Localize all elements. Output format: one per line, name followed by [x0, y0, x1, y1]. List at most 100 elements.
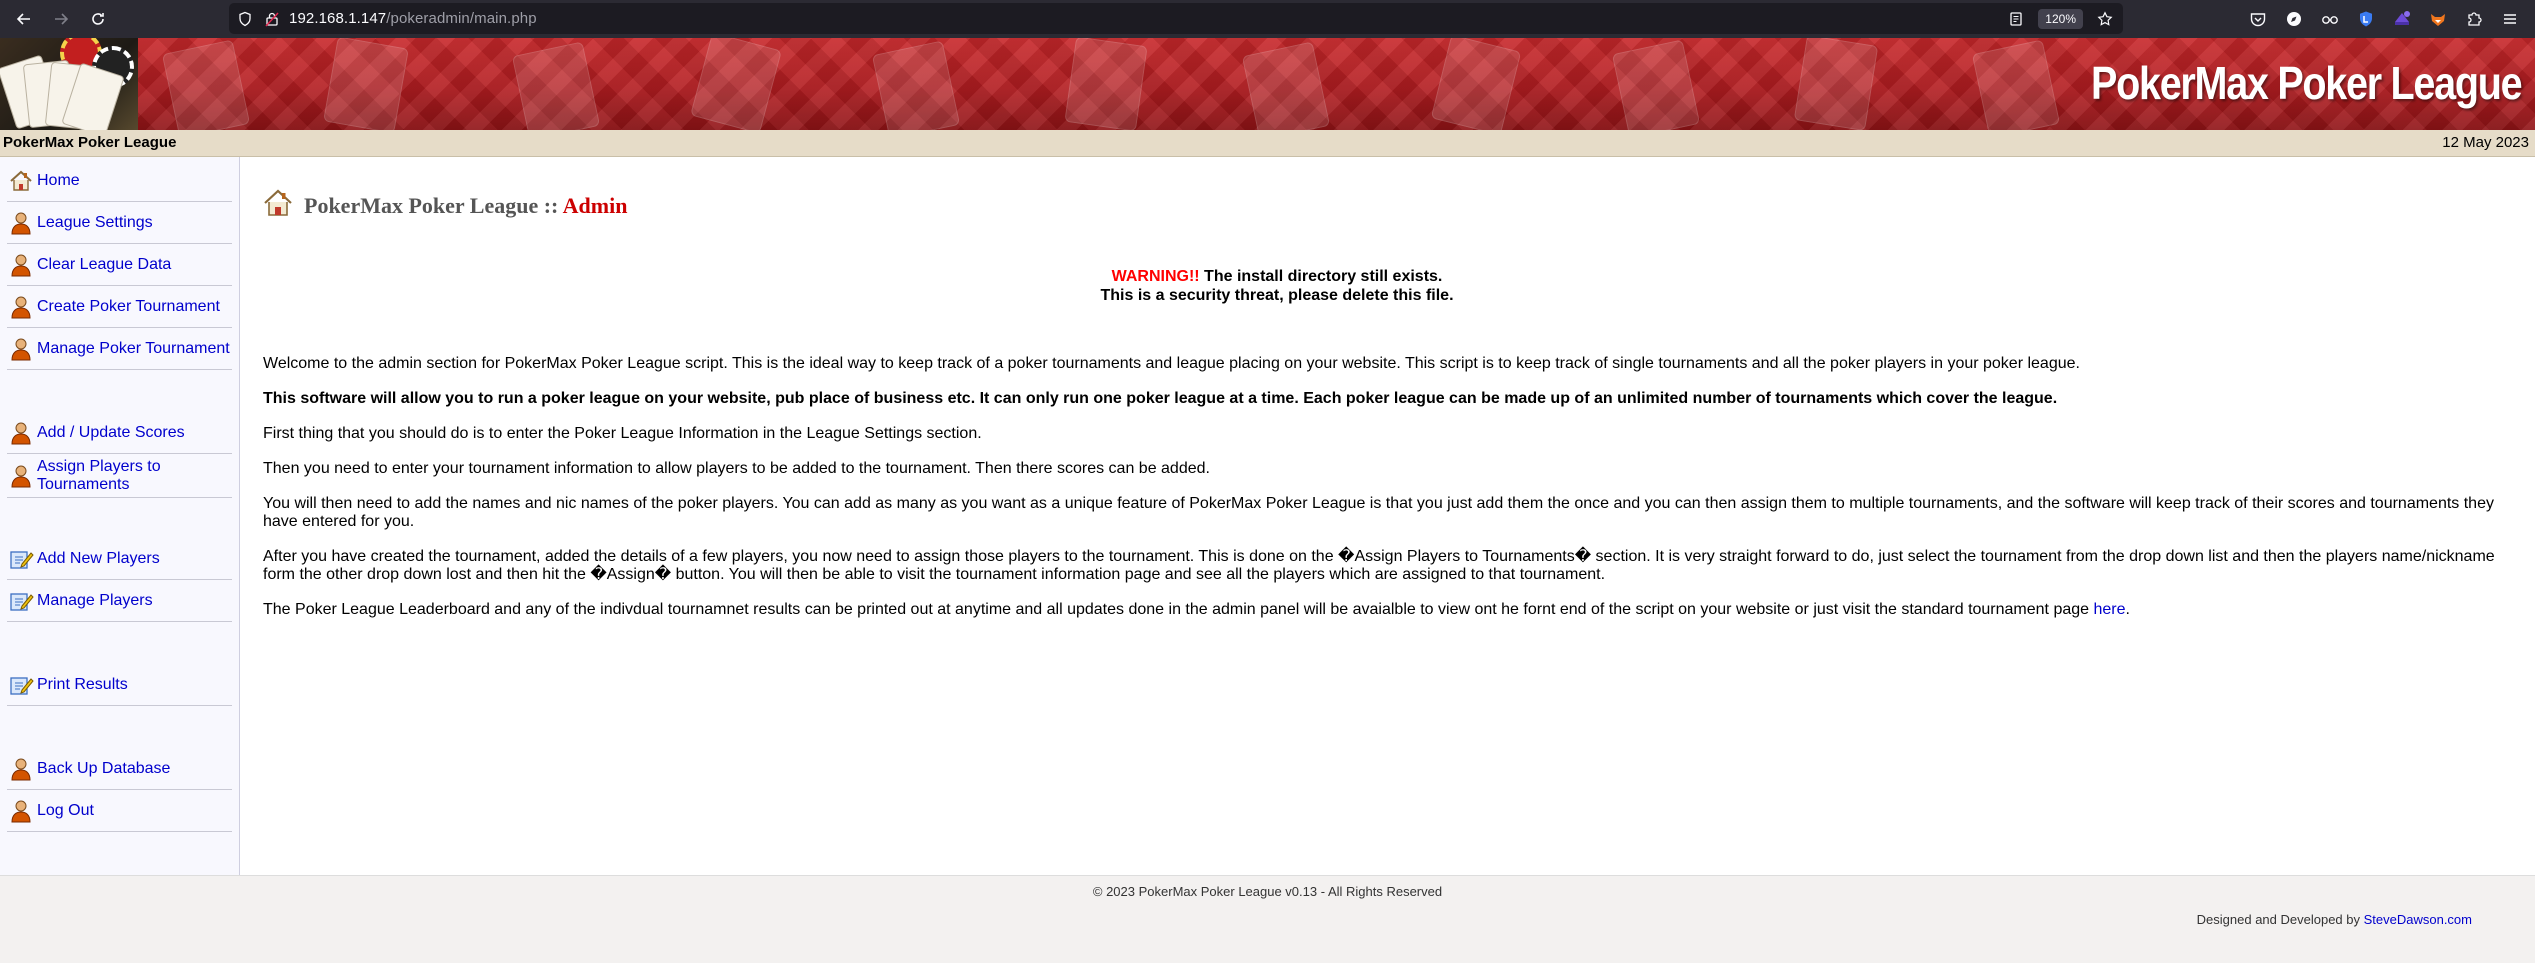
tournament-page-link[interactable]: here: [2093, 601, 2125, 618]
sidebar-item-manage-tournament[interactable]: Manage Poker Tournament: [7, 329, 232, 370]
sidebar-item-label[interactable]: Add New Players: [37, 550, 160, 568]
extensions-button[interactable]: [2463, 8, 2485, 30]
user-icon: [7, 755, 35, 783]
intro-paragraph: Welcome to the admin section for PokerMa…: [263, 355, 2080, 372]
banner-card-decoration: [161, 39, 251, 130]
menu-button[interactable]: [2499, 8, 2521, 30]
intro-paragraph: You will then need to add the names and …: [263, 495, 2494, 530]
main-content: PokerMax Poker League :: Admin WARNING!!…: [240, 157, 2535, 875]
sidebar-item-clear-league-data[interactable]: Clear League Data: [7, 245, 232, 286]
pocket-button[interactable]: [2247, 8, 2269, 30]
hat-icon: [2395, 11, 2410, 25]
intro-paragraph: After you have created the tournament, a…: [263, 548, 2495, 583]
intro-paragraph-last: The Poker League Leaderboard and any of …: [263, 601, 2513, 619]
sidebar-item-label[interactable]: Back Up Database: [37, 760, 170, 778]
reader-view-icon[interactable]: [2008, 11, 2024, 27]
hamburger-menu-icon: [2504, 14, 2516, 24]
url-text[interactable]: 192.168.1.147/pokeradmin/main.php: [289, 10, 537, 27]
pocket-icon: [2250, 13, 2266, 27]
banner-card-decoration: [1611, 39, 1701, 130]
warning-line-2: This is a security threat, please delete…: [1100, 287, 1454, 304]
edit-icon: [7, 587, 35, 615]
sidebar-item-backup-database[interactable]: Back Up Database: [7, 749, 232, 790]
edit-icon: [7, 545, 35, 573]
house-icon: [264, 189, 292, 216]
sidebar-item-assign-players[interactable]: Assign Players to Tournaments: [7, 455, 232, 498]
sidebar-item-print-results[interactable]: Print Results: [7, 665, 232, 706]
banner-title: PokerMax Poker League: [2090, 57, 2523, 109]
zoom-level-badge[interactable]: 120%: [2038, 8, 2083, 29]
sidebar-item-label[interactable]: Manage Players: [37, 592, 153, 610]
banner-card-decoration: [690, 38, 782, 130]
sidebar-item-create-tournament[interactable]: Create Poker Tournament: [7, 287, 232, 328]
page-title-admin: Admin: [562, 193, 628, 218]
poker-cards-logo: [0, 38, 138, 130]
extension-2-button[interactable]: [2319, 8, 2341, 30]
sidebar-item-add-new-players[interactable]: Add New Players: [7, 539, 232, 580]
page-title-text: PokerMax Poker League :: Admin: [304, 193, 627, 219]
sidebar-item-add-update-scores[interactable]: Add / Update Scores: [7, 413, 232, 454]
sidebar-item-label[interactable]: Add / Update Scores: [37, 424, 185, 442]
current-date: 12 May 2023: [2442, 134, 2529, 151]
developer-link[interactable]: SteveDawson.com: [2364, 912, 2472, 927]
intro-paragraph: This software will allow you to run a po…: [263, 390, 2058, 407]
bookmark-star-icon[interactable]: [2097, 10, 2113, 27]
puzzle-icon: [2468, 12, 2482, 26]
page-title-prefix: PokerMax Poker League ::: [304, 193, 563, 218]
glasses-icon: [2322, 16, 2338, 24]
warning-line-1: WARNING!! The install directory still ex…: [240, 267, 2314, 286]
banner-card-decoration: [511, 41, 601, 130]
sidebar-item-label[interactable]: Print Results: [37, 676, 128, 694]
user-icon: [7, 293, 35, 321]
back-button[interactable]: [11, 6, 37, 32]
sidebar-item-label[interactable]: League Settings: [37, 214, 153, 232]
forward-button[interactable]: [48, 6, 74, 32]
shield-icon[interactable]: [237, 11, 253, 27]
page-title: PokerMax Poker League :: Admin: [262, 187, 627, 219]
site-name: PokerMax Poker League: [3, 134, 177, 151]
insecure-lock-icon[interactable]: [265, 11, 279, 27]
sidebar-item-label[interactable]: Log Out: [37, 802, 94, 820]
warning-text-1: The install directory still exists.: [1199, 268, 1443, 285]
extension-3-button[interactable]: [2355, 8, 2377, 30]
forward-arrow-icon: [55, 13, 69, 25]
sidebar-item-label[interactable]: Home: [37, 172, 80, 190]
banner-card-decoration: [871, 40, 961, 130]
back-arrow-icon: [16, 13, 30, 25]
banner-card-decoration: [1430, 38, 1522, 130]
banner-card-decoration: [1793, 38, 1879, 130]
last-paragraph-text: The Poker League Leaderboard and any of …: [263, 601, 2094, 618]
url-host: 192.168.1.147: [289, 10, 387, 27]
sidebar-item-league-settings[interactable]: League Settings: [7, 203, 232, 244]
sidebar-item-label[interactable]: Create Poker Tournament: [37, 298, 220, 316]
intro-paragraph: Then you need to enter your tournament i…: [263, 460, 1210, 477]
extension-1-button[interactable]: [2283, 8, 2305, 30]
banner-card-decoration: [1971, 39, 2061, 130]
admin-intro-text: Welcome to the admin section for PokerMa…: [263, 355, 2513, 636]
user-icon: [7, 462, 35, 490]
user-icon: [7, 251, 35, 279]
toolbar-extension-icons: [2247, 0, 2535, 38]
edit-icon: [7, 671, 35, 699]
shield-blue-icon: [2360, 11, 2372, 27]
extension-5-button[interactable]: [2427, 8, 2449, 30]
banner-card-decoration: [323, 38, 409, 130]
sidebar-item-label[interactable]: Manage Poker Tournament: [37, 340, 230, 358]
address-bar[interactable]: 192.168.1.147/pokeradmin/main.php 120%: [229, 3, 2123, 34]
reload-button[interactable]: [85, 6, 111, 32]
fox-icon: [2431, 14, 2445, 26]
copyright-text: © 2023 PokerMax Poker League v0.13 - All…: [1092, 884, 1443, 899]
sidebar-item-home[interactable]: Home: [7, 161, 232, 202]
sidebar-item-log-out[interactable]: Log Out: [7, 791, 232, 832]
last-paragraph-end: .: [2125, 601, 2130, 618]
sidebar-item-manage-players[interactable]: Manage Players: [7, 581, 232, 622]
site-banner: PokerMax Poker League: [0, 38, 2535, 130]
install-warning: WARNING!! The install directory still ex…: [240, 267, 2314, 305]
warning-label: WARNING!!: [1111, 268, 1200, 285]
sidebar-item-label[interactable]: Assign Players to Tournaments: [37, 458, 187, 494]
banner-card-decoration: [1064, 38, 1148, 130]
developer-credit: Designed and Developed by SteveDawson.co…: [2197, 912, 2472, 927]
extension-4-button[interactable]: [2391, 8, 2413, 30]
sidebar-item-label[interactable]: Clear League Data: [37, 256, 171, 274]
user-icon: [7, 335, 35, 363]
